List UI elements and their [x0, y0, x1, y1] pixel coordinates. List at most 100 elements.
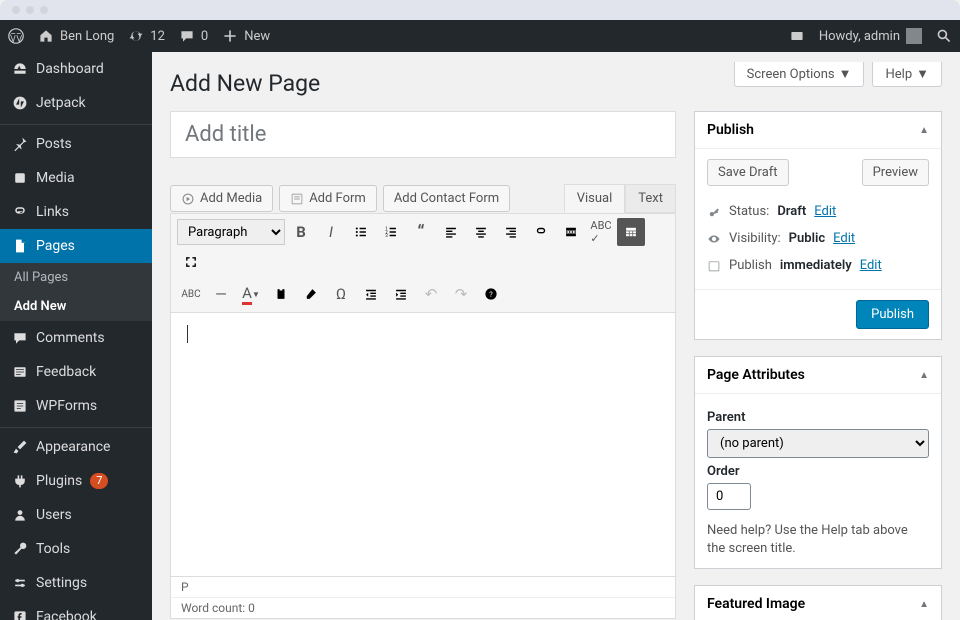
notifications[interactable] — [789, 28, 805, 44]
indent-button[interactable] — [387, 280, 415, 308]
wp-logo[interactable] — [8, 28, 24, 44]
editor-toolbar: Paragraph B I 123 “ ABC✓ ABC — [170, 213, 676, 313]
readmore-button[interactable] — [557, 218, 585, 246]
sidebar-label: Settings — [36, 575, 87, 591]
sidebar-item-jetpack[interactable]: Jetpack — [0, 86, 152, 120]
edit-visibility-link[interactable]: Edit — [833, 231, 855, 246]
window-dot — [12, 6, 20, 14]
link-button[interactable] — [527, 218, 555, 246]
screen-options-toggle[interactable]: Screen Options ▼ — [734, 62, 865, 87]
save-draft-button[interactable]: Save Draft — [707, 159, 789, 186]
format-select[interactable]: Paragraph — [177, 219, 285, 245]
jetpack-icon — [12, 95, 28, 111]
submenu-all-pages[interactable]: All Pages — [0, 263, 152, 292]
sidebar-item-links[interactable]: Links — [0, 195, 152, 229]
schedule-label: Publish — [729, 258, 772, 273]
sidebar-item-media[interactable]: Media — [0, 161, 152, 195]
sidebar-item-dashboard[interactable]: Dashboard — [0, 52, 152, 86]
spellcheck-button[interactable]: ABC✓ — [587, 218, 615, 246]
bold-button[interactable]: B — [287, 218, 315, 246]
sidebar-item-appearance[interactable]: Appearance — [0, 427, 152, 464]
undo-button[interactable]: ↶ — [417, 280, 445, 308]
tab-label: Visual — [577, 191, 613, 206]
publish-heading: Publish — [707, 122, 754, 138]
sidebar-item-tools[interactable]: Tools — [0, 532, 152, 566]
toolbar-toggle-button[interactable] — [617, 218, 645, 246]
parent-select[interactable]: (no parent) — [707, 429, 929, 458]
account-link[interactable]: Howdy, admin — [819, 28, 922, 44]
sidebar-item-comments[interactable]: Comments — [0, 321, 152, 355]
site-name-link[interactable]: Ben Long — [38, 28, 114, 44]
sidebar-item-feedback[interactable]: Feedback — [0, 355, 152, 389]
new-content-link[interactable]: New — [222, 28, 270, 44]
bullet-list-button[interactable] — [347, 218, 375, 246]
order-input[interactable] — [707, 483, 751, 510]
editor-tab-text[interactable]: Text — [625, 184, 676, 213]
collapse-toggle[interactable]: ▲ — [919, 125, 929, 136]
publish-metabox: Publish▲ Save Draft Preview Status: Draf… — [694, 111, 942, 340]
content-editor[interactable] — [170, 313, 676, 577]
edit-schedule-link[interactable]: Edit — [860, 258, 882, 273]
kitchen-sink-icon — [624, 225, 638, 239]
comment-icon — [179, 28, 195, 44]
publish-button[interactable]: Publish — [856, 300, 929, 329]
sidebar-item-settings[interactable]: Settings — [0, 566, 152, 600]
edit-status-link[interactable]: Edit — [814, 204, 836, 219]
add-media-button[interactable]: Add Media — [170, 185, 273, 212]
sidebar-label: Appearance — [36, 439, 110, 455]
add-form-button[interactable]: Add Form — [279, 185, 377, 212]
updates-link[interactable]: 12 — [128, 28, 165, 44]
collapse-toggle[interactable]: ▲ — [919, 599, 929, 610]
notification-icon — [789, 28, 805, 44]
help-toggle[interactable]: Help ▼ — [872, 62, 942, 87]
sidebar-item-posts[interactable]: Posts — [0, 124, 152, 161]
textcolor-button[interactable]: A ▼ — [237, 280, 265, 308]
updates-count: 12 — [150, 29, 165, 44]
sidebar-label: Dashboard — [36, 61, 104, 77]
media-icon — [181, 192, 195, 206]
parent-label: Parent — [707, 410, 929, 425]
sidebar-item-wpforms[interactable]: WPForms — [0, 389, 152, 423]
visibility-label: Visibility: — [729, 231, 781, 246]
post-title-input[interactable] — [170, 111, 676, 158]
paste-text-button[interactable] — [267, 280, 295, 308]
readmore-icon — [564, 225, 578, 239]
collapse-toggle[interactable]: ▲ — [919, 370, 929, 381]
svg-text:3: 3 — [385, 234, 388, 239]
special-char-button[interactable]: Ω — [327, 280, 355, 308]
sidebar-item-users[interactable]: Users — [0, 498, 152, 532]
chevron-down-icon: ▼ — [839, 66, 852, 82]
window-dot — [40, 6, 48, 14]
comments-link[interactable]: 0 — [179, 28, 208, 44]
search-toggle[interactable] — [936, 28, 952, 44]
italic-button[interactable]: I — [317, 218, 345, 246]
sidebar-item-facebook[interactable]: Facebook — [0, 600, 152, 620]
sidebar-label: Pages — [36, 238, 75, 254]
strikethrough-button[interactable]: ABC — [177, 280, 205, 308]
redo-button[interactable]: ↷ — [447, 280, 475, 308]
clear-format-button[interactable] — [297, 280, 325, 308]
sidebar-label: Feedback — [36, 364, 96, 380]
blockquote-button[interactable]: “ — [407, 218, 435, 246]
align-left-button[interactable] — [437, 218, 465, 246]
page-attributes-help: Need help? Use the Help tab above the sc… — [707, 522, 929, 558]
sidebar-label: WPForms — [36, 398, 97, 414]
outdent-button[interactable] — [357, 280, 385, 308]
shortcuts-help-button[interactable]: ? — [477, 280, 505, 308]
align-center-button[interactable] — [467, 218, 495, 246]
plugins-badge: 7 — [90, 473, 108, 489]
tab-label: Text — [638, 191, 663, 206]
number-list-button[interactable]: 123 — [377, 218, 405, 246]
fullscreen-button[interactable] — [177, 248, 205, 276]
add-contact-form-button[interactable]: Add Contact Form — [383, 185, 510, 212]
editor-tab-visual[interactable]: Visual — [564, 184, 626, 213]
submenu-label: Add New — [14, 299, 66, 314]
pages-submenu: All Pages Add New — [0, 263, 152, 321]
hr-button[interactable]: — — [207, 280, 235, 308]
sidebar-item-pages[interactable]: Pages — [0, 229, 152, 263]
submenu-add-new[interactable]: Add New — [0, 292, 152, 321]
align-right-button[interactable] — [497, 218, 525, 246]
preview-button[interactable]: Preview — [862, 159, 929, 186]
chevron-down-icon: ▼ — [252, 290, 260, 299]
sidebar-item-plugins[interactable]: Plugins 7 — [0, 464, 152, 498]
